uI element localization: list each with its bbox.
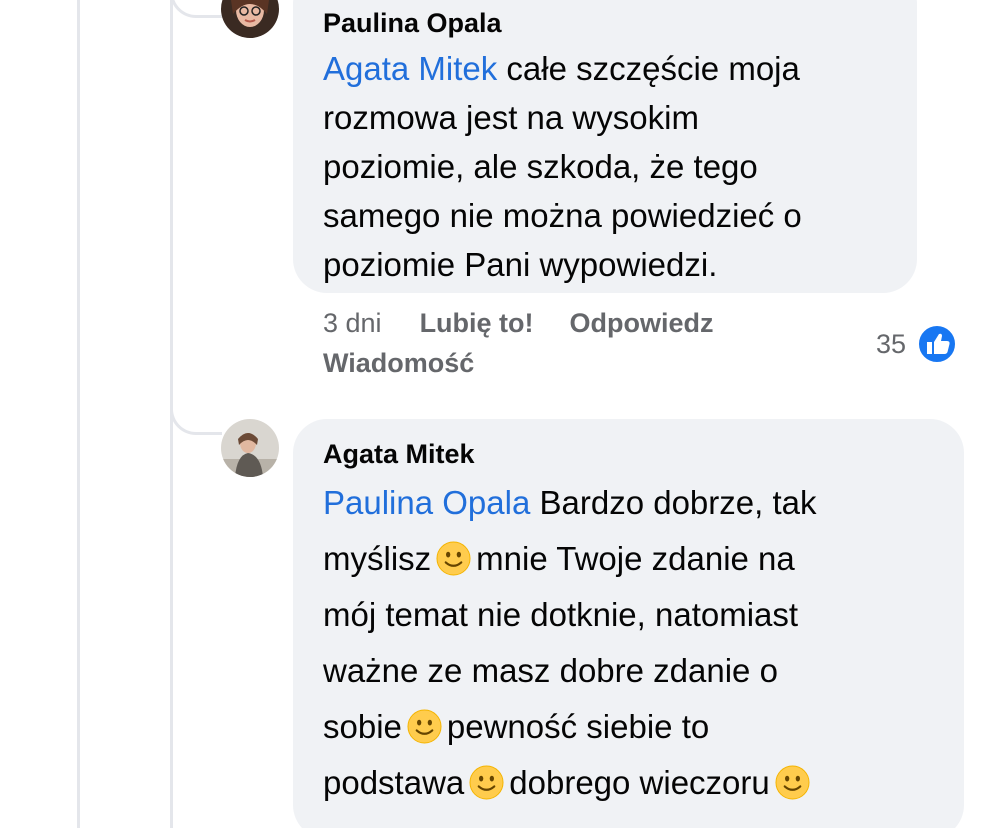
reply-connector <box>170 0 222 18</box>
avatar[interactable] <box>221 0 279 38</box>
comment-text: Paulina Opala Bardzo dobrze, tak myślisz… <box>323 475 934 811</box>
comment-text-line: dobrego wieczoru <box>509 764 770 801</box>
comment-text-line: ważne ze masz dobre zdanie o <box>323 652 778 689</box>
comment-text-line: mój temat nie dotknie, natomiast <box>323 596 799 633</box>
comment-text-line: całe szczęście moja <box>497 50 800 87</box>
comment-text-line: poziomie Pani wypowiedzi. <box>323 246 718 283</box>
comment-timestamp[interactable]: 3 dni <box>323 303 382 343</box>
comment-text: Agata Mitek całe szczęście moja rozmowa … <box>323 44 887 289</box>
comment-bubble: Agata Mitek Paulina Opala Bardzo dobrze,… <box>293 419 964 828</box>
like-button[interactable]: Lubię to! <box>420 303 534 343</box>
comment-text-line: myślisz <box>323 540 432 577</box>
reply-connector <box>170 405 222 435</box>
comment-bubble: Paulina Opala Agata Mitek całe szczęście… <box>293 0 917 293</box>
like-icon <box>916 323 958 365</box>
mention-link[interactable]: Paulina Opala <box>323 484 530 521</box>
reaction-summary[interactable]: 35 <box>876 323 958 365</box>
comment-text-line: podstawa <box>323 764 465 801</box>
thread-guide-line <box>77 0 80 828</box>
comment-text-line: sobie <box>323 708 402 745</box>
comment-author[interactable]: Paulina Opala <box>323 6 887 40</box>
reaction-count: 35 <box>876 328 907 359</box>
slightly-smiling-face-icon <box>469 765 504 800</box>
reply-button[interactable]: Odpowiedz <box>570 303 714 343</box>
mention-link[interactable]: Agata Mitek <box>323 50 497 87</box>
comment-author[interactable]: Agata Mitek <box>323 437 934 471</box>
comment-text-line: pewność siebie to <box>446 708 710 745</box>
slightly-smiling-face-icon <box>407 709 442 744</box>
comment-thread: Paulina Opala Agata Mitek całe szczęście… <box>0 0 994 828</box>
slightly-smiling-face-icon <box>436 541 471 576</box>
comment-text-line: samego nie można powiedzieć o <box>323 197 802 234</box>
message-button[interactable]: Wiadomość <box>323 343 474 383</box>
comment-actions: 3 dni Lubię to! Odpowiedz Wiadomość <box>323 303 823 383</box>
slightly-smiling-face-icon <box>775 765 810 800</box>
avatar[interactable] <box>221 419 279 477</box>
comment-text-line: rozmowa jest na wysokim <box>323 99 699 136</box>
comment-text-line: Bardzo dobrze, tak <box>530 484 817 521</box>
comment-text-line: mnie Twoje zdanie na <box>476 540 795 577</box>
comment-text-line: poziomie, ale szkoda, że tego <box>323 148 758 185</box>
